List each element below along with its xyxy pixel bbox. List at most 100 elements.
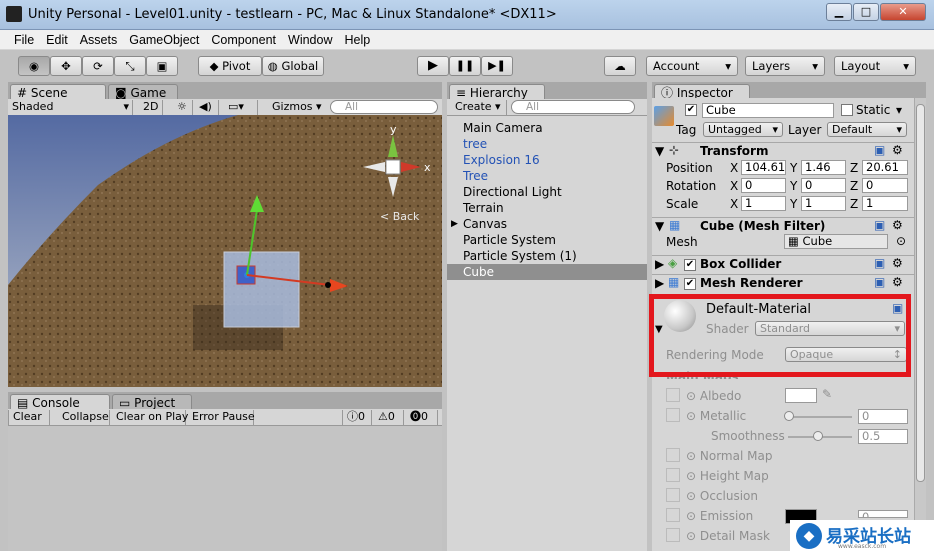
static-checkbox[interactable] xyxy=(841,104,853,116)
cloud-button[interactable]: ☁ xyxy=(604,56,636,76)
occlusion-texture-slot[interactable] xyxy=(666,488,680,502)
menu-file[interactable]: File xyxy=(8,30,40,50)
hierarchy-item[interactable]: Canvas xyxy=(463,216,507,232)
object-picker-icon[interactable]: ⊙ xyxy=(896,234,906,248)
emission-checkbox[interactable] xyxy=(666,508,680,522)
clear-button[interactable]: Clear xyxy=(8,410,50,425)
global-toggle[interactable]: ◍ Global xyxy=(262,56,324,76)
console-log-area[interactable] xyxy=(8,426,442,551)
help-icon[interactable]: ▣ xyxy=(874,218,885,232)
metallic-slider-track[interactable] xyxy=(788,416,852,418)
foldout-open-icon[interactable]: ▼ xyxy=(655,219,664,233)
shading-dropdown[interactable]: Shaded ▾ xyxy=(8,100,133,115)
scene-viewport[interactable]: y x < Back xyxy=(8,115,442,387)
hierarchy-item[interactable]: Terrain xyxy=(463,200,504,216)
help-icon[interactable]: ▣ xyxy=(874,143,885,157)
menu-window[interactable]: Window xyxy=(282,30,338,50)
foldout-closed-icon[interactable]: ▶ xyxy=(451,216,458,232)
view-tool-button[interactable]: ◉ xyxy=(18,56,50,76)
layout-dropdown[interactable]: Layout ▾ xyxy=(834,56,916,76)
hierarchy-search-input[interactable]: All xyxy=(511,100,635,114)
step-button[interactable]: ▶❚ xyxy=(481,56,513,76)
help-icon[interactable]: ▣ xyxy=(874,256,885,270)
eyedropper-icon[interactable]: ✎ xyxy=(822,387,832,401)
scale-z-input[interactable]: 1 xyxy=(862,196,908,211)
gizmo-orient-center[interactable] xyxy=(385,159,401,175)
gear-icon[interactable]: ⚙ xyxy=(892,275,903,289)
scale-x-input[interactable]: 1 xyxy=(741,196,786,211)
position-z-input[interactable]: 20.61 xyxy=(862,160,908,175)
object-name-input[interactable]: Cube xyxy=(702,103,834,118)
2d-toggle[interactable]: 2D xyxy=(139,100,163,115)
audio-toggle[interactable]: ◀) xyxy=(195,100,219,115)
hierarchy-item[interactable]: Main Camera xyxy=(463,120,543,136)
info-filter-button[interactable]: ⓘ0 xyxy=(342,410,372,425)
close-window-button[interactable]: ✕ xyxy=(880,3,926,21)
hierarchy-item[interactable]: Particle System (1) xyxy=(463,248,577,264)
albedo-color-swatch[interactable] xyxy=(785,388,817,403)
pause-button[interactable]: ❚❚ xyxy=(449,56,481,76)
scale-tool-button[interactable]: ⤡ xyxy=(114,56,146,76)
play-button[interactable]: ▶ xyxy=(417,56,449,76)
tag-dropdown[interactable]: Untagged ▾ xyxy=(703,122,783,137)
hierarchy-item[interactable]: Explosion 16 xyxy=(463,152,540,168)
hierarchy-item[interactable]: Tree xyxy=(463,168,488,184)
albedo-texture-slot[interactable] xyxy=(666,388,680,402)
mesh-filter-header[interactable]: ▼ ▦ Cube (Mesh Filter) ▣ ⚙ xyxy=(652,217,914,235)
smoothness-slider-thumb[interactable] xyxy=(813,431,823,441)
foldout-closed-icon[interactable]: ▶ xyxy=(655,257,664,271)
effects-dropdown[interactable]: ▭▾ xyxy=(224,100,258,115)
box-collider-header[interactable]: ▶ ◈ ✔ Box Collider ▣ ⚙ xyxy=(652,255,914,273)
smoothness-value-input[interactable]: 0.5 xyxy=(858,429,908,444)
create-dropdown[interactable]: Create ▾ xyxy=(451,100,507,115)
pivot-toggle[interactable]: ◆ Pivot xyxy=(198,56,262,76)
chevron-down-icon[interactable]: ▾ xyxy=(896,103,902,117)
rotation-z-input[interactable]: 0 xyxy=(862,178,908,193)
hierarchy-item[interactable]: Directional Light xyxy=(463,184,562,200)
scene-search-input[interactable]: All xyxy=(330,100,438,114)
foldout-closed-icon[interactable]: ▶ xyxy=(655,276,664,290)
gear-icon[interactable]: ⚙ xyxy=(892,218,903,232)
gear-icon[interactable]: ⚙ xyxy=(892,143,903,157)
foldout-open-icon[interactable]: ▼ xyxy=(655,144,664,158)
account-dropdown[interactable]: Account ▾ xyxy=(646,56,738,76)
menu-gameobject[interactable]: GameObject xyxy=(123,30,205,50)
lighting-toggle[interactable]: ☼ xyxy=(173,100,193,115)
rotation-x-input[interactable]: 0 xyxy=(741,178,786,193)
height-map-texture-slot[interactable] xyxy=(666,468,680,482)
collapse-button[interactable]: Collapse xyxy=(58,410,110,425)
menu-help[interactable]: Help xyxy=(338,30,376,50)
hierarchy-item[interactable]: Particle System xyxy=(463,232,556,248)
menu-assets[interactable]: Assets xyxy=(74,30,124,50)
emission-value-input[interactable]: 0 xyxy=(858,510,908,518)
menu-component[interactable]: Component xyxy=(205,30,282,50)
scale-y-input[interactable]: 1 xyxy=(801,196,846,211)
mesh-object-field[interactable]: ▦ Cube xyxy=(784,234,888,249)
move-tool-button[interactable]: ✥ xyxy=(50,56,82,76)
menu-edit[interactable]: Edit xyxy=(40,30,74,50)
mesh-renderer-checkbox[interactable]: ✔ xyxy=(684,278,696,290)
mesh-renderer-header[interactable]: ▶ ▦ ✔ Mesh Renderer ▣ ⚙ xyxy=(652,274,914,292)
hierarchy-item[interactable]: Cube xyxy=(463,264,494,280)
gizmos-dropdown[interactable]: Gizmos ▾ xyxy=(268,100,324,115)
metallic-value-input[interactable]: 0 xyxy=(858,409,908,424)
metallic-slider-thumb[interactable] xyxy=(784,411,794,421)
hierarchy-item[interactable]: tree xyxy=(463,136,487,152)
gear-icon[interactable]: ⚙ xyxy=(892,256,903,270)
position-x-input[interactable]: 104.61 xyxy=(741,160,786,175)
normal-map-texture-slot[interactable] xyxy=(666,448,680,462)
layer-dropdown[interactable]: Default ▾ xyxy=(827,122,907,137)
minimize-button[interactable]: ▁ xyxy=(826,3,852,21)
error-pause-button[interactable]: Error Pause xyxy=(188,410,255,425)
clear-on-play-button[interactable]: Clear on Play xyxy=(112,410,188,425)
metallic-texture-slot[interactable] xyxy=(666,408,680,422)
active-checkbox[interactable]: ✔ xyxy=(685,104,697,116)
layers-dropdown[interactable]: Layers ▾ xyxy=(745,56,825,76)
inspector-scrollbar-thumb[interactable] xyxy=(916,104,925,482)
gizmo-z-handle[interactable] xyxy=(325,282,331,288)
rotate-tool-button[interactable]: ⟳ xyxy=(82,56,114,76)
box-collider-checkbox[interactable]: ✔ xyxy=(684,259,696,271)
rotation-y-input[interactable]: 0 xyxy=(801,178,846,193)
rect-tool-button[interactable]: ▣ xyxy=(146,56,178,76)
maximize-button[interactable]: □ xyxy=(853,3,879,21)
